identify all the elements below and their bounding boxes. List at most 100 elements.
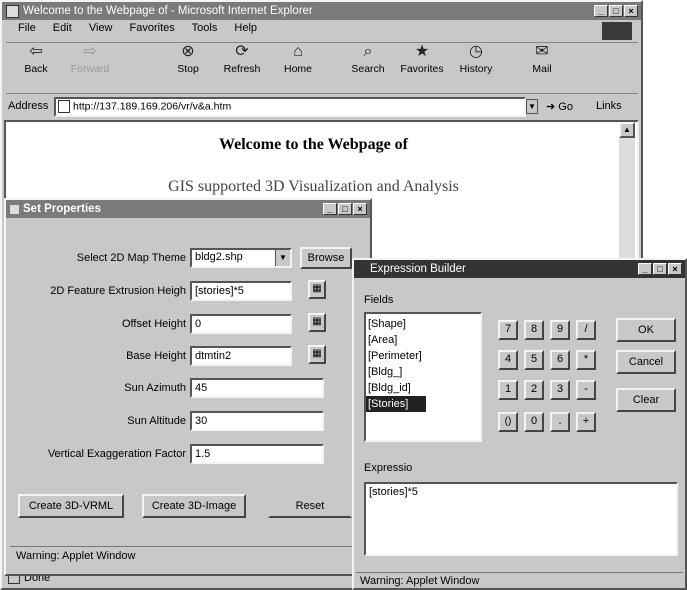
- key-plus[interactable]: +: [576, 412, 596, 432]
- key-minus[interactable]: -: [576, 380, 596, 400]
- menu-favorites[interactable]: Favorites: [130, 22, 175, 34]
- create-3d-image-button[interactable]: Create 3D-Image: [142, 494, 246, 518]
- key-8[interactable]: 8: [524, 320, 544, 340]
- sun-altitude-label: Sun Altitude: [127, 415, 186, 427]
- map-theme-label: Select 2D Map Theme: [76, 252, 186, 264]
- address-input[interactable]: http://137.189.169.206/vr/v&a.htm: [54, 97, 526, 117]
- toolbar-refresh-button[interactable]: ⟳ Refresh: [220, 43, 264, 75]
- key-decimal[interactable]: .: [550, 412, 570, 432]
- key-0[interactable]: 0: [524, 412, 544, 432]
- eb-warning-bar: Warning: Applet Window: [356, 572, 683, 588]
- go-button[interactable]: ➜ Go: [546, 100, 573, 113]
- minimize-button[interactable]: _: [594, 5, 608, 17]
- toolbar-favorites-button[interactable]: ★ Favorites: [400, 43, 444, 75]
- expression-builder-titlebar: Expression Builder _ □ ×: [354, 260, 685, 278]
- calculator-icon: ▦: [312, 283, 322, 294]
- close-button[interactable]: ×: [624, 5, 638, 17]
- page-icon: [58, 100, 70, 113]
- menu-tools[interactable]: Tools: [192, 22, 218, 34]
- expression-builder-title: Expression Builder: [370, 263, 466, 275]
- key-7[interactable]: 7: [498, 320, 518, 340]
- offset-height-builder-button[interactable]: ▦: [308, 313, 326, 332]
- menu-edit[interactable]: Edit: [53, 22, 72, 34]
- vertical-exaggeration-input[interactable]: [190, 444, 324, 464]
- key-5[interactable]: 5: [524, 350, 544, 370]
- go-arrow-icon: ➜: [546, 101, 556, 113]
- toolbar-back-button[interactable]: ⇦ Back: [14, 43, 58, 75]
- clear-button[interactable]: Clear: [616, 388, 676, 412]
- key-parentheses[interactable]: (): [498, 412, 518, 432]
- sp-close-button[interactable]: ×: [353, 203, 367, 215]
- key-3[interactable]: 3: [550, 380, 570, 400]
- list-item[interactable]: [Shape]: [366, 316, 480, 332]
- reset-button[interactable]: Reset: [268, 494, 352, 518]
- back-arrow-icon: ⇦: [29, 43, 43, 60]
- expression-builder-window: Expression Builder _ □ × Fields [Shape] …: [352, 258, 687, 590]
- set-properties-title: Set Properties: [23, 203, 101, 215]
- calculator-icon: ▦: [312, 348, 322, 359]
- maximize-button[interactable]: □: [609, 5, 623, 17]
- list-item[interactable]: [Perimeter]: [366, 348, 480, 364]
- key-multiply[interactable]: *: [576, 350, 596, 370]
- list-item[interactable]: [Area]: [366, 332, 480, 348]
- toolbar-history-button[interactable]: ◷ History: [454, 43, 498, 75]
- address-bar: Address http://137.189.169.206/vr/v&a.ht…: [6, 96, 638, 118]
- sp-warning-text: Warning: Applet Window: [16, 550, 136, 562]
- list-item-selected[interactable]: [Stories]: [366, 396, 426, 412]
- stop-icon: ⊗: [181, 43, 195, 60]
- search-icon: ⌕: [363, 43, 373, 60]
- page-heading: Welcome to the Webpage of: [218, 136, 408, 153]
- key-2[interactable]: 2: [524, 380, 544, 400]
- sun-azimuth-input[interactable]: [190, 378, 324, 398]
- eb-maximize-button[interactable]: □: [653, 263, 667, 275]
- toolbar-stop-button[interactable]: ⊗ Stop: [166, 43, 210, 75]
- scroll-up-button[interactable]: ▲: [619, 122, 635, 138]
- menu-help[interactable]: Help: [234, 22, 257, 34]
- address-dropdown-button[interactable]: ▼: [526, 99, 538, 114]
- menu-view[interactable]: View: [89, 22, 113, 34]
- menu-bar: File Edit View Favorites Tools Help: [18, 22, 578, 38]
- key-4[interactable]: 4: [498, 350, 518, 370]
- forward-arrow-icon: ⇨: [83, 43, 97, 60]
- cancel-button[interactable]: Cancel: [616, 350, 676, 374]
- key-divide[interactable]: /: [576, 320, 596, 340]
- menu-file[interactable]: File: [18, 22, 36, 34]
- history-icon: ◷: [469, 43, 483, 60]
- ie-logo-icon: [6, 4, 19, 18]
- browser-titlebar: Welcome to the Webpage of - Microsoft In…: [2, 2, 641, 20]
- base-height-label: Base Height: [126, 350, 186, 362]
- links-button[interactable]: Links: [596, 100, 622, 112]
- base-height-input[interactable]: [190, 346, 292, 366]
- toolbar-search-button[interactable]: ⌕ Search: [346, 43, 390, 75]
- list-item[interactable]: [Bldg_]: [366, 364, 480, 380]
- key-9[interactable]: 9: [550, 320, 570, 340]
- favorites-icon: ★: [414, 43, 430, 60]
- eb-close-button[interactable]: ×: [668, 263, 682, 275]
- sp-warning-bar: Warning: Applet Window: [10, 546, 366, 564]
- toolbar-mail-button[interactable]: ✉ Mail: [520, 43, 564, 75]
- sp-maximize-button[interactable]: □: [338, 203, 352, 215]
- home-icon: ⌂: [293, 43, 303, 60]
- offset-height-input[interactable]: [190, 314, 292, 334]
- sun-altitude-input[interactable]: [190, 411, 324, 431]
- sp-minimize-button[interactable]: _: [323, 203, 337, 215]
- eb-minimize-button[interactable]: _: [638, 263, 652, 275]
- base-height-builder-button[interactable]: ▦: [308, 345, 326, 364]
- set-properties-titlebar: Set Properties _ □ ×: [6, 200, 370, 218]
- ok-button[interactable]: OK: [616, 318, 676, 342]
- page-subheading: GIS supported 3D Visualization and Analy…: [168, 178, 459, 195]
- expression-textarea[interactable]: [stories]*5: [364, 482, 678, 556]
- key-1[interactable]: 1: [498, 380, 518, 400]
- toolbar-home-button[interactable]: ⌂ Home: [276, 43, 320, 75]
- map-theme-select[interactable]: bldg2.shp ▼: [190, 248, 292, 268]
- fields-list[interactable]: [Shape] [Area] [Perimeter] [Bldg_] [Bldg…: [364, 312, 482, 442]
- extrusion-height-input[interactable]: [190, 281, 292, 301]
- key-6[interactable]: 6: [550, 350, 570, 370]
- list-item[interactable]: [Bldg_id]: [366, 380, 480, 396]
- expression-builder-button[interactable]: ▦: [308, 280, 326, 299]
- toolbar-forward-button[interactable]: ⇨ Forward: [68, 43, 112, 75]
- mail-icon: ✉: [535, 43, 549, 60]
- offset-height-label: Offset Height: [122, 318, 186, 330]
- create-3d-vrml-button[interactable]: Create 3D-VRML: [18, 494, 124, 518]
- browse-button[interactable]: Browse: [300, 247, 352, 269]
